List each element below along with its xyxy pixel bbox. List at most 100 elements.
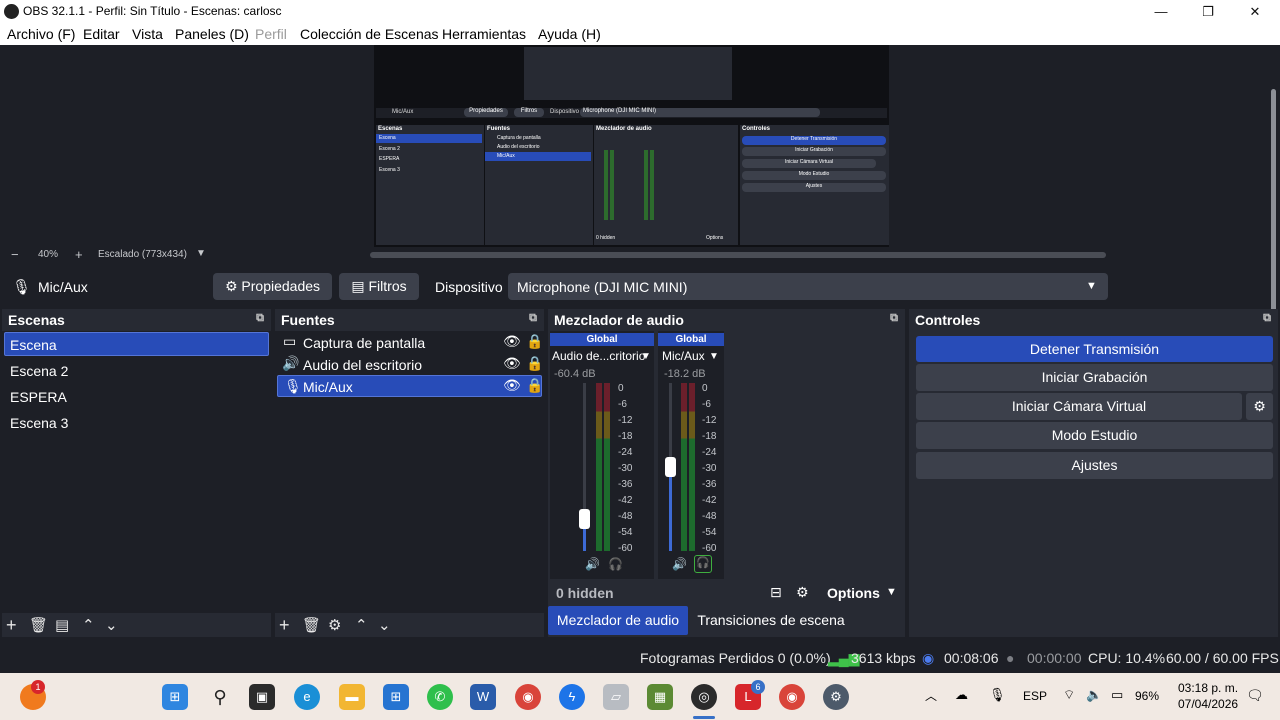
store-icon[interactable]: ⊞ [383, 684, 409, 710]
studio-mode-button[interactable]: Modo Estudio [916, 422, 1273, 449]
menu-archivo[interactable]: Archivo (F) [7, 26, 75, 42]
cloud-icon[interactable]: ☁ [955, 687, 968, 703]
zoom-level: 40% [38, 249, 59, 260]
menu-paneles[interactable]: Paneles (D) [175, 26, 249, 42]
scene-item[interactable]: Escena 2 [4, 358, 269, 382]
edge-icon[interactable]: e [294, 684, 320, 710]
undock-icon[interactable]: ⧉ [1263, 312, 1271, 325]
gear-icon[interactable]: ⚙ [328, 616, 341, 634]
record-icon: ● [1006, 650, 1015, 666]
language-indicator[interactable]: ESP [1023, 689, 1047, 703]
undock-icon[interactable]: ⧉ [529, 312, 537, 325]
headphones-icon[interactable]: 🎧 [694, 555, 712, 573]
device-select[interactable]: Microphone (DJI MIC MINI) ▼ [508, 273, 1108, 300]
chevron-down-icon[interactable]: ▼ [709, 351, 719, 362]
whatsapp-icon[interactable]: ✆ [427, 684, 453, 710]
zoom-out-button[interactable]: − [11, 247, 19, 262]
volume-fader[interactable] [665, 457, 676, 477]
source-item[interactable]: ▭ Captura de pantalla 👁 🔒 [277, 331, 543, 353]
scene-item[interactable]: Escena [4, 332, 269, 356]
lock-icon[interactable]: 🔒 [526, 333, 543, 350]
filters-button[interactable]: ▤ Filtros [339, 273, 419, 300]
eye-icon[interactable]: 👁 [503, 333, 521, 350]
stop-streaming-button[interactable]: Detener Transmisión [916, 336, 1273, 362]
chevron-down-icon[interactable]: ▼ [196, 248, 206, 259]
scene-item[interactable]: Escena 3 [4, 410, 269, 434]
eye-icon[interactable]: 👁 [503, 355, 521, 372]
options-button[interactable]: Options [827, 585, 880, 601]
battery-percent: 96% [1135, 689, 1160, 703]
settings-button[interactable]: Ajustes [916, 452, 1273, 479]
minimize-button[interactable]: — [1138, 2, 1184, 21]
mixer-channel: Global Mic/Aux ▼ -18.2 dB 0 -6 -12 -18 -… [658, 331, 724, 579]
undock-icon[interactable]: ⧉ [256, 312, 264, 325]
maximize-button[interactable]: ❐ [1185, 2, 1231, 21]
app-icon[interactable]: ▱ [603, 684, 629, 710]
source-item[interactable]: 🎙 Mic/Aux 👁 🔒 [277, 375, 543, 397]
properties-button[interactable]: ⚙ Propiedades [213, 273, 332, 300]
speaker-icon[interactable]: 🔊 [585, 557, 600, 571]
close-button[interactable]: ✕ [1232, 2, 1278, 21]
menu-herramientas[interactable]: Herramientas [442, 26, 526, 42]
channel-name[interactable]: Mic/Aux [662, 349, 705, 363]
arrow-down-icon[interactable]: ⌄ [378, 616, 391, 634]
task-view-icon[interactable]: ▣ [249, 684, 275, 710]
volume-icon[interactable]: 🔈 [1086, 687, 1102, 703]
chevron-down-icon[interactable]: ▼ [641, 351, 651, 362]
gear-icon[interactable]: ⚙ [796, 584, 809, 601]
add-icon[interactable]: + [6, 615, 17, 636]
settings-gear-icon[interactable]: ⚙ [823, 684, 849, 710]
zoom-in-button[interactable]: + [75, 247, 83, 262]
add-icon[interactable]: + [279, 615, 290, 636]
file-explorer-icon[interactable]: ▬ [339, 684, 365, 710]
channel-name[interactable]: Audio de...critorio [552, 349, 645, 363]
gear-icon[interactable]: ⚙ [1246, 393, 1273, 420]
menu-editar[interactable]: Editar [83, 26, 120, 42]
start-virtual-camera-button[interactable]: Iniciar Cámara Virtual [916, 393, 1242, 420]
chevron-down-icon[interactable]: ▼ [886, 586, 897, 598]
lock-icon[interactable]: 🔒 [526, 355, 543, 372]
start-recording-button[interactable]: Iniciar Grabación [916, 364, 1273, 391]
mini-hidden: 0 hidden [596, 235, 616, 241]
volume-fader[interactable] [579, 509, 590, 529]
chrome-icon[interactable]: ◉ [515, 684, 541, 710]
lock-icon[interactable]: 🔒 [526, 377, 543, 394]
horizontal-scrollbar[interactable] [370, 252, 1106, 258]
word-icon[interactable]: W [470, 684, 496, 710]
clock-date[interactable]: 07/04/2026 [1178, 697, 1238, 711]
notifications-icon[interactable]: 🗨 [1246, 687, 1264, 704]
filter-icon[interactable]: ▤ [55, 616, 69, 634]
headphones-icon[interactable]: 🎧 [608, 557, 623, 571]
mini-nested-preview [524, 47, 732, 100]
minecraft-icon[interactable]: ▦ [647, 684, 673, 710]
obs-icon[interactable]: ◎ [691, 684, 717, 710]
arrow-up-icon[interactable]: ⌃ [355, 616, 368, 634]
tab-scene-transitions[interactable]: Transiciones de escena [691, 606, 851, 635]
messenger-icon[interactable]: ϟ [559, 684, 585, 710]
mini-mixer-title: Mezclador de audio [596, 126, 652, 132]
vertical-scrollbar[interactable] [1268, 45, 1280, 355]
source-item[interactable]: 🔊 Audio del escritorio 👁 🔒 [277, 353, 543, 375]
eye-icon[interactable]: 👁 [503, 377, 521, 394]
layout-icon[interactable]: ⊟ [770, 584, 782, 601]
battery-icon[interactable]: ▭ [1111, 687, 1123, 703]
trash-icon[interactable]: 🗑 [302, 616, 321, 634]
search-icon[interactable]: ⚲ [207, 684, 233, 710]
undock-icon[interactable]: ⧉ [890, 312, 898, 325]
scene-item[interactable]: ESPERA [4, 384, 269, 408]
tab-audio-mixer[interactable]: Mezclador de audio [548, 606, 688, 635]
chrome-icon[interactable]: ◉ [779, 684, 805, 710]
menu-coleccion-escenas[interactable]: Colección de Escenas [300, 26, 439, 42]
microphone-icon[interactable]: 🎙 [989, 687, 1006, 703]
chevron-up-icon[interactable]: ︿ [925, 687, 937, 704]
clock-time[interactable]: 03:18 p. m. [1178, 681, 1238, 695]
menu-vista[interactable]: Vista [132, 26, 163, 42]
menu-perfil[interactable]: Perfil [255, 26, 287, 42]
windows-start-icon[interactable]: ⊞ [162, 684, 188, 710]
arrow-up-icon[interactable]: ⌃ [82, 616, 95, 634]
trash-icon[interactable]: 🗑 [29, 616, 48, 634]
wifi-icon[interactable]: ⌔ [1063, 687, 1075, 703]
arrow-down-icon[interactable]: ⌄ [105, 616, 118, 634]
speaker-icon[interactable]: 🔊 [672, 557, 687, 571]
menu-ayuda[interactable]: Ayuda (H) [538, 26, 601, 42]
